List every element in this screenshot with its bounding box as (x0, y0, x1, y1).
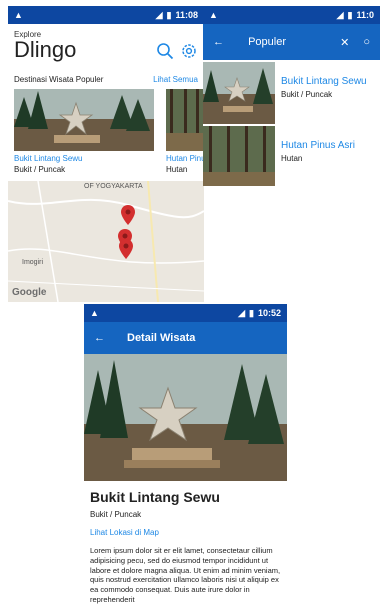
home-screen: ▲ ◢ ▮ 11:08 Explore Dlingo Destinasi Wis… (8, 6, 204, 302)
back-arrow-icon[interactable]: ← (94, 332, 105, 344)
place-name: Bukit Lintang Sewu (281, 76, 367, 87)
place-name: Hutan Pinus Asri (281, 140, 355, 151)
place-card[interactable]: Hutan Pinus Hutan (166, 89, 204, 174)
google-logo: Google (12, 287, 47, 298)
place-hero-photo (84, 354, 287, 481)
search-icon[interactable] (156, 42, 174, 60)
place-card[interactable]: Bukit Lintang Sewu Bukit / Puncak (14, 89, 154, 174)
place-thumbnail (203, 126, 275, 186)
place-location: Hutan (281, 154, 303, 163)
status-time: 10:52 (257, 308, 281, 318)
app-bar: ← Detail Wisata (84, 322, 287, 354)
signal-icon: ◢ (336, 9, 344, 20)
detail-screen: ▲ ◢ ▮ 10:52 ← Detail Wisata Bukit Lintan… (84, 304, 287, 607)
view-map-link[interactable]: Lihat Lokasi di Map (90, 528, 287, 537)
notification-icon: ▲ (90, 308, 99, 318)
popular-screen: ▲ ◢ ▮ 11:0 ← Populer ✕ ○ Bukit Lintang S… (203, 6, 380, 186)
list-item[interactable]: Bukit Lintang Sewu Bukit / Puncak (203, 62, 380, 124)
signal-icon: ◢ (155, 9, 163, 20)
place-thumbnail (203, 62, 275, 124)
place-photo (14, 89, 154, 151)
back-arrow-icon[interactable]: ← (213, 36, 224, 48)
notification-icon: ▲ (14, 10, 23, 20)
popular-carousel: Bukit Lintang Sewu Bukit / Puncak Hutan … (8, 89, 204, 185)
place-name: Bukit Lintang Sewu (14, 154, 83, 163)
place-location: Bukit / Puncak (90, 510, 142, 519)
map-view[interactable]: OF YOGYAKARTA Imogiri Google (8, 181, 204, 302)
search-icon[interactable]: ○ (363, 36, 370, 49)
signal-icon: ◢ (238, 307, 246, 318)
place-name: Hutan Pinus (166, 154, 204, 163)
close-icon[interactable]: ✕ (340, 36, 349, 49)
app-bar: ← Populer ✕ ○ (203, 24, 380, 60)
place-location: Bukit / Puncak (281, 90, 333, 99)
see-all-link[interactable]: Lihat Semua (153, 75, 198, 84)
battery-icon: ▮ (166, 9, 172, 20)
battery-icon: ▮ (347, 9, 353, 20)
map-label: OF YOGYAKARTA (84, 183, 143, 190)
place-location: Hutan (166, 165, 188, 174)
status-bar: ▲ ◢ ▮ 11:08 (8, 6, 204, 24)
map-label: Imogiri (22, 259, 44, 266)
gear-icon[interactable] (180, 42, 198, 60)
notification-icon: ▲ (209, 10, 218, 20)
list-item[interactable]: Hutan Pinus Asri Hutan (203, 126, 380, 186)
status-time: 11:0 (356, 10, 374, 20)
place-photo (166, 89, 204, 151)
page-title: Detail Wisata (127, 332, 196, 344)
place-description: Lorem ipsum dolor sit er elit lamet, con… (90, 546, 281, 604)
section-title: Destinasi Wisata Populer (14, 75, 104, 84)
place-title: Bukit Lintang Sewu (90, 489, 220, 505)
page-title: Populer (248, 36, 287, 48)
map-marker-icon[interactable] (119, 239, 133, 259)
place-location: Bukit / Puncak (14, 165, 66, 174)
map-marker-icon[interactable] (121, 205, 135, 225)
battery-icon: ▮ (249, 307, 254, 318)
status-time: 11:08 (175, 10, 198, 20)
status-bar: ▲ ◢ ▮ 10:52 (84, 304, 287, 322)
status-bar: ▲ ◢ ▮ 11:0 (203, 6, 380, 24)
